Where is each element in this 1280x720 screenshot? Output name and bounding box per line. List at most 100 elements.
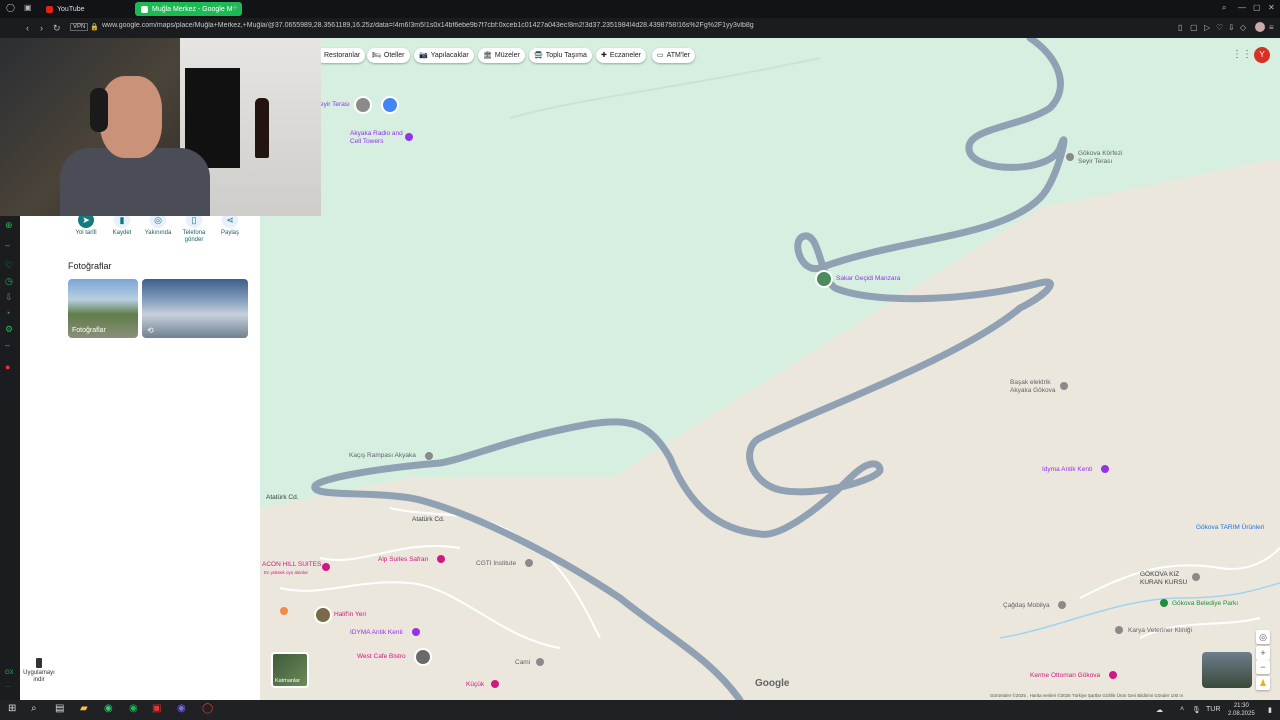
app-download-link[interactable]: Uygulamayı indir bbox=[22, 658, 56, 684]
poi-marker[interactable] bbox=[437, 555, 445, 563]
map-label[interactable]: IDYMA Antik Kenti bbox=[350, 629, 403, 636]
poi-marker[interactable] bbox=[1192, 573, 1200, 581]
extensions-icon[interactable]: ◇ bbox=[1240, 23, 1246, 32]
map-label[interactable]: CGTI Institute bbox=[476, 560, 516, 567]
menu-icon[interactable]: ≡ bbox=[1269, 23, 1274, 32]
poi-marker[interactable] bbox=[405, 133, 413, 141]
vpn-badge[interactable]: VPN bbox=[70, 23, 89, 31]
poi-marker[interactable] bbox=[536, 658, 544, 666]
map-label[interactable]: Çağdaş Mobilya bbox=[1003, 602, 1050, 609]
tab-youtube[interactable]: YouTube bbox=[40, 2, 142, 16]
chip-things-to-do[interactable]: 📷 Yapılacaklar bbox=[414, 48, 474, 63]
sidebar-heart-icon[interactable]: ♡ bbox=[5, 260, 13, 271]
map-canvas[interactable] bbox=[260, 38, 1280, 700]
map-label[interactable]: GÖKOVA KIZ KURAN KURSU bbox=[1140, 571, 1190, 587]
task-view-icon[interactable]: ▤ bbox=[55, 703, 64, 714]
poi-marker[interactable] bbox=[412, 628, 420, 636]
map-label[interactable]: Alp Suites Safran bbox=[378, 556, 428, 563]
apps-grid-icon[interactable]: ⋮⋮ bbox=[1232, 49, 1252, 60]
microphone-icon[interactable]: 🎙 bbox=[1192, 706, 1201, 714]
opera-gx-icon[interactable]: ◯ bbox=[202, 703, 213, 714]
sidebar-record-icon[interactable]: ● bbox=[5, 362, 10, 372]
play-icon[interactable]: ▷ bbox=[1204, 23, 1210, 32]
tray-chevron-icon[interactable]: ˄ bbox=[1180, 706, 1184, 713]
park-marker[interactable] bbox=[1160, 599, 1168, 607]
tab-google-maps[interactable]: Muğla Merkez - Google M bbox=[135, 2, 242, 16]
whatsapp-icon[interactable]: ◉ bbox=[104, 703, 113, 714]
tab-menu-icon[interactable]: ▣ bbox=[24, 3, 32, 12]
photo-thumbnail[interactable]: Fotoğraflar bbox=[68, 279, 138, 338]
app-icon[interactable]: ▣ bbox=[152, 703, 161, 714]
search-icon[interactable]: ⌕ bbox=[31, 703, 37, 714]
map-label[interactable]: Idyma Antik Kenti bbox=[1042, 466, 1092, 473]
close-icon[interactable]: ✕ bbox=[1268, 3, 1275, 12]
food-marker[interactable] bbox=[280, 607, 288, 615]
chip-atms[interactable]: ▭ ATM'ler bbox=[652, 48, 695, 63]
profile-icon[interactable] bbox=[1255, 22, 1265, 32]
photo-pin[interactable] bbox=[381, 96, 399, 114]
street-view-thumbnail[interactable] bbox=[1202, 652, 1252, 688]
url-field[interactable]: www.google.com/maps/place/Muğla+Merkez,+… bbox=[102, 22, 1002, 29]
poi-marker[interactable] bbox=[491, 680, 499, 688]
sidebar-messenger-icon[interactable]: ◔ bbox=[5, 308, 10, 318]
poi-marker[interactable] bbox=[1115, 626, 1123, 634]
map-label[interactable]: Başak elektrik Akyaka Gökova bbox=[1010, 379, 1060, 395]
bookmark-icon[interactable]: ▯ bbox=[1178, 23, 1182, 32]
back-icon[interactable]: ‹ bbox=[26, 23, 29, 33]
reload-icon[interactable]: ↻ bbox=[53, 23, 61, 34]
sidebar-download-icon[interactable]: ⇩ bbox=[5, 292, 13, 303]
system-clock[interactable]: 21:30 2.08.2025 bbox=[1228, 702, 1255, 718]
action-send-to-phone[interactable]: ▯ Telefona gönder bbox=[174, 212, 214, 244]
zoom-out-button[interactable]: − bbox=[1256, 660, 1270, 674]
sidebar-gx-icon[interactable]: GX bbox=[5, 670, 14, 676]
map-label[interactable]: Küçük bbox=[466, 681, 484, 688]
photo-pin[interactable] bbox=[314, 606, 332, 624]
search-icon[interactable]: ⌕ bbox=[1222, 3, 1226, 13]
poi-marker[interactable] bbox=[1060, 382, 1068, 390]
poi-marker[interactable] bbox=[425, 452, 433, 460]
sidebar-settings-icon[interactable]: ⚙ bbox=[5, 324, 13, 335]
forward-icon[interactable]: › bbox=[40, 23, 43, 33]
map-label[interactable]: Gökova TARIM Ürünleri bbox=[1196, 524, 1264, 531]
app-icon[interactable]: ◉ bbox=[177, 703, 186, 714]
download-icon[interactable]: ⇩ bbox=[1228, 23, 1235, 32]
snapshot-icon[interactable]: ▢ bbox=[1190, 23, 1198, 32]
sidebar-history-icon[interactable]: ◷ bbox=[5, 276, 13, 287]
pegman-button[interactable]: ♟ bbox=[1256, 676, 1270, 690]
maximize-icon[interactable]: ▢ bbox=[1253, 3, 1261, 12]
map-label[interactable]: West Cafe Bistro bbox=[357, 653, 406, 660]
language-indicator[interactable]: TUR bbox=[1206, 706, 1220, 713]
layers-button[interactable]: Katmanlar bbox=[271, 652, 309, 688]
poi-marker[interactable] bbox=[322, 563, 330, 571]
map-label[interactable]: Gökova Belediye Parkı bbox=[1172, 600, 1238, 607]
chip-museums[interactable]: 🏛 Müzeler bbox=[478, 48, 525, 63]
map-label[interactable]: Kerme Ottoman Gökova bbox=[1030, 672, 1100, 679]
file-explorer-icon[interactable]: ▰ bbox=[80, 703, 88, 714]
map-label[interactable]: eyir Terası bbox=[320, 101, 350, 108]
selected-place-pin[interactable] bbox=[815, 270, 833, 288]
sidebar-add-icon[interactable]: ⊕ bbox=[5, 220, 13, 231]
map-label[interactable]: Sakar Geçidi Manzara bbox=[836, 275, 900, 282]
map-label[interactable]: Karya Veteriner Kliniği bbox=[1128, 627, 1192, 634]
opera-logo-icon[interactable]: ◯ bbox=[6, 3, 15, 12]
poi-marker[interactable] bbox=[1109, 671, 1117, 679]
heart-icon[interactable]: ♡ bbox=[1216, 23, 1223, 32]
my-location-button[interactable]: ◎ bbox=[1256, 630, 1270, 644]
windows-start-icon[interactable]: ⊞ bbox=[8, 703, 16, 714]
chip-pharmacies[interactable]: ✚ Eczaneler bbox=[596, 48, 647, 63]
chip-hotels[interactable]: 🛏 Oteller bbox=[367, 48, 410, 63]
photo-pin[interactable] bbox=[354, 96, 372, 114]
chip-restaurants[interactable]: Restoranlar bbox=[316, 48, 366, 63]
new-tab-icon[interactable]: + bbox=[232, 3, 238, 14]
map-label[interactable]: Cami bbox=[515, 659, 530, 666]
account-avatar[interactable]: Y bbox=[1254, 47, 1270, 63]
sidebar-more-icon[interactable]: ··· bbox=[5, 684, 11, 690]
weather-icon[interactable]: ☁ bbox=[1156, 706, 1163, 714]
zoom-in-button[interactable]: + bbox=[1256, 646, 1270, 660]
spotify-icon[interactable]: ◉ bbox=[129, 703, 138, 714]
poi-marker[interactable] bbox=[525, 559, 533, 567]
minimize-icon[interactable]: — bbox=[1238, 3, 1246, 12]
poi-marker[interactable] bbox=[1066, 153, 1074, 161]
poi-marker[interactable] bbox=[1058, 601, 1066, 609]
chip-transit[interactable]: 🚍 Toplu Taşıma bbox=[529, 48, 592, 63]
